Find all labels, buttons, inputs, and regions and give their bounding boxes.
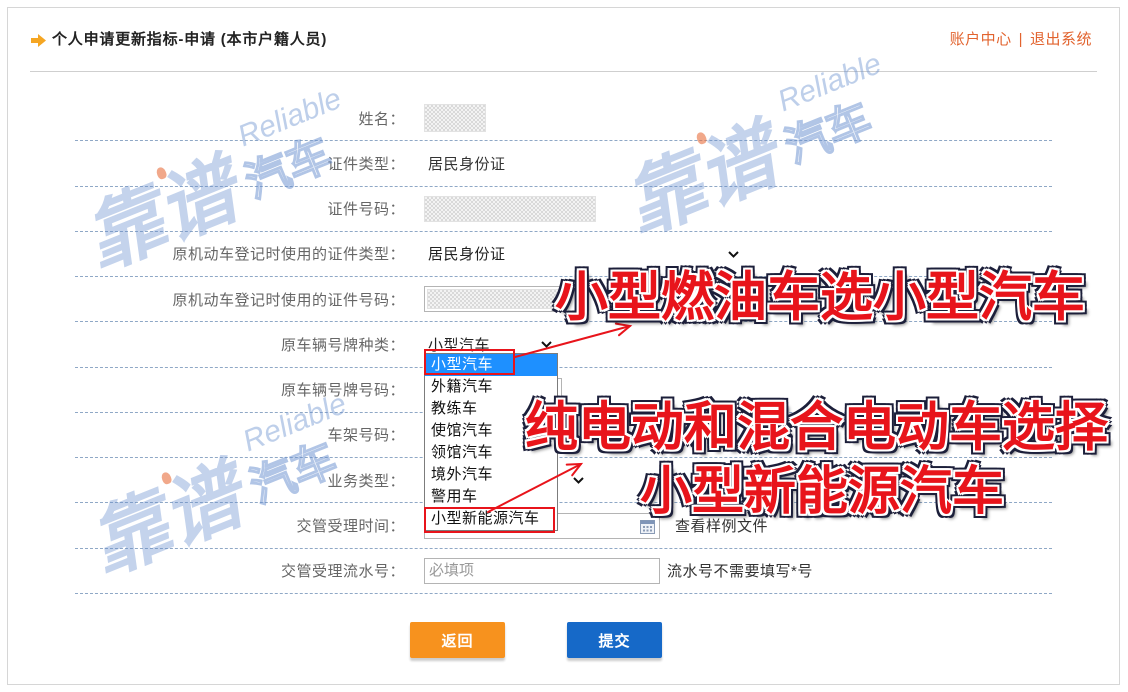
orig-id-type-label: 原机动车登记时使用的证件类型： (172, 246, 405, 264)
business-type-label: 业务类型： (327, 472, 405, 490)
annotation-ev-line1: 纯电动和混合电动车选择 (525, 398, 1108, 457)
form-row-plate-type: 原车辆号牌种类： 小型汽车 (75, 322, 1052, 368)
serial-no-value-cell: 流水号不需要填写*号 (424, 549, 813, 593)
arrow-right-icon (31, 34, 46, 47)
chevron-down-icon (541, 341, 552, 349)
accept-time-label: 交管受理时间： (296, 518, 405, 536)
serial-no-input[interactable] (424, 557, 660, 584)
orig-id-type-select[interactable]: 居民身份证 (424, 242, 745, 266)
id-type-value-cell: 居民身份证 (424, 141, 506, 185)
serial-no-label: 交管受理流水号： (280, 563, 405, 581)
header-links: 账户中心 | 退出系统 (950, 30, 1092, 50)
name-masked-value (424, 104, 486, 133)
orig-id-number-label: 原机动车登记时使用的证件号码： (172, 291, 405, 309)
link-separator: | (1018, 31, 1023, 48)
form-row-serial-no: 交管受理流水号： 流水号不需要填写*号 (75, 549, 1052, 594)
plate-type-label: 原车辆号牌种类： (280, 336, 405, 354)
plate-type-option[interactable]: 警用车 (425, 486, 557, 508)
id-number-label: 证件号码： (327, 201, 405, 219)
orig-id-number-value-cell (424, 277, 562, 321)
vin-label: 车架号码： (327, 427, 405, 445)
submit-button[interactable]: 提交 (567, 622, 662, 658)
header-divider (30, 71, 1097, 72)
page-title: 个人申请更新指标-申请 (本市户籍人员) (52, 31, 328, 48)
highlight-box-new-energy-car (424, 507, 555, 533)
form-row-name: 姓名： (75, 96, 1052, 142)
name-value-cell (424, 96, 486, 140)
orig-id-number-input[interactable] (424, 286, 562, 313)
account-center-link[interactable]: 账户中心 (950, 31, 1012, 48)
annotation-ev-line2: 小型新能源汽车 (640, 463, 1005, 521)
plate-number-label: 原车辆号牌号码： (280, 382, 405, 400)
id-number-masked-value (424, 195, 596, 222)
id-type-value: 居民身份证 (428, 155, 506, 173)
orig-id-type-selected: 居民身份证 (428, 246, 506, 264)
id-type-label: 证件类型： (327, 155, 405, 173)
chevron-down-icon (573, 477, 584, 485)
orig-id-number-masked-value (427, 289, 559, 310)
chevron-down-icon (728, 251, 739, 258)
form-row-id-number: 证件号码： (75, 187, 1052, 232)
logout-link[interactable]: 退出系统 (1030, 31, 1092, 48)
form-row-id-type: 证件类型： 居民身份证 (75, 141, 1052, 187)
plate-type-option[interactable]: 境外汽车 (425, 464, 557, 486)
name-label: 姓名： (358, 110, 405, 128)
back-button[interactable]: 返回 (410, 622, 505, 658)
serial-no-hint: 流水号不需要填写*号 (667, 563, 813, 581)
plate-type-option[interactable]: 外籍汽车 (425, 376, 557, 398)
highlight-box-small-car (424, 349, 515, 375)
annotation-fuel-car: 小型燃油车选小型汽车 (555, 268, 1085, 327)
id-number-value-cell (424, 187, 596, 231)
